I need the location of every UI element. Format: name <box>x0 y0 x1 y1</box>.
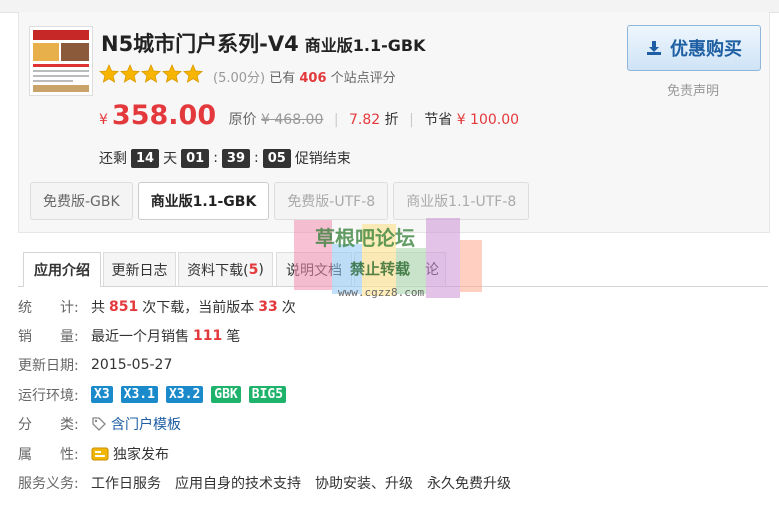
attribute-value: 独家发布 <box>113 446 169 463</box>
countdown-day-unit: 天 <box>163 151 178 167</box>
update-date: 2015-05-27 <box>91 357 173 374</box>
product-title: N5城市门户系列-V4 商业版1.1-GBK <box>101 28 426 58</box>
env-tag-x3-2: X3.2 <box>165 386 204 404</box>
divider: | <box>333 112 339 128</box>
info-row-env: 运行环境: X3 X3.1 X3.2 GBK BIG5 <box>18 380 758 409</box>
tab-downloads[interactable]: 资料下载(5) <box>178 252 273 286</box>
rating-count: 406 <box>299 71 327 86</box>
discount-unit: 折 <box>384 112 399 128</box>
service-item: 应用自身的技术支持 <box>175 476 301 493</box>
rating-score: (5.00分) <box>213 71 266 86</box>
env-tag-x3-1: X3.1 <box>120 386 158 404</box>
orig-price-label: 原价 <box>228 112 257 128</box>
env-tag-x3: X3 <box>91 386 113 404</box>
download-icon <box>647 41 661 55</box>
promo-countdown: 还剩 14 天 01 : 39 : 05 促销结束 <box>99 148 351 168</box>
product-thumbnail[interactable] <box>29 26 93 96</box>
save-label: 节省 <box>424 112 453 128</box>
countdown-days: 14 <box>131 148 160 168</box>
tab-downloads-label: 资料下载( <box>187 262 249 279</box>
tab-downloads-close: ) <box>258 261 264 278</box>
info-key: 更新日期: <box>18 358 79 375</box>
star-icon <box>141 64 161 83</box>
info-key: 分 类: <box>18 417 79 434</box>
info-key: 属 性: <box>18 446 79 463</box>
rating-summary: (5.00分) 已有 406 个站点评分 <box>213 67 396 86</box>
countdown-prefix: 还剩 <box>99 151 127 167</box>
countdown-hours: 01 <box>181 148 210 168</box>
buy-button[interactable]: 优惠购买 <box>627 25 761 71</box>
info-key: 销 量: <box>18 329 79 346</box>
countdown-colon: : <box>213 150 218 166</box>
edition-commercial-gbk[interactable]: 商业版1.1-GBK <box>137 182 270 220</box>
buy-button-label: 优惠购买 <box>670 39 742 60</box>
info-text: 最近一个月销售 <box>91 329 189 346</box>
star-icon <box>162 64 182 83</box>
watermark-url: www.cgzz8.com <box>338 286 425 299</box>
watermark-title: 草根吧论坛 <box>315 226 415 250</box>
rating-stars <box>99 64 203 84</box>
info-key: 统 计: <box>18 299 79 316</box>
category-link[interactable]: 含门户模板 <box>111 414 181 434</box>
product-edition: 商业版1.1-GBK <box>304 36 426 55</box>
env-tag-big5: BIG5 <box>248 386 287 404</box>
info-key: 服务义务: <box>18 476 79 493</box>
env-tag-gbk: GBK <box>211 386 241 404</box>
price-current: 358.00 <box>111 100 217 131</box>
price-row: ¥358.00 原价 ¥ 468.00 | 7.82 折 | 节省 ¥ 100.… <box>99 100 519 131</box>
info-row-updated: 更新日期: 2015-05-27 <box>18 351 758 380</box>
edition-free-gbk[interactable]: 免费版-GBK <box>30 182 133 220</box>
rating-prefix: 已有 <box>269 71 296 86</box>
countdown-minutes: 39 <box>221 148 250 168</box>
info-text: 次下载，当前版本 <box>142 299 255 316</box>
info-key: 运行环境: <box>18 387 79 404</box>
disclaimer-link[interactable]: 免责声明 <box>627 80 759 99</box>
download-count: 851 <box>109 298 139 315</box>
star-icon <box>183 64 203 83</box>
countdown-colon: : <box>254 150 259 166</box>
tag-icon <box>92 417 106 432</box>
info-table: 统 计: 共 851 次下载，当前版本 33 次 销 量: 最近一个月销售 11… <box>18 292 758 498</box>
tab-intro[interactable]: 应用介绍 <box>23 252 101 287</box>
countdown-seconds: 05 <box>262 148 291 168</box>
rating-suffix: 个站点评分 <box>330 71 396 86</box>
tab-changelog[interactable]: 更新日志 <box>103 252 176 286</box>
countdown-suffix: 促销结束 <box>294 151 351 167</box>
tab-downloads-count: 5 <box>248 261 259 278</box>
service-item: 协助安装、升级 <box>315 476 413 493</box>
divider: | <box>409 112 414 128</box>
orig-price-value: ¥ 468.00 <box>261 112 324 128</box>
service-item: 永久免费升级 <box>427 476 511 493</box>
info-row-category: 分 类: 含门户模板 <box>18 410 758 439</box>
info-text: 笔 <box>226 329 241 346</box>
star-icon <box>120 64 140 83</box>
info-text: 共 <box>91 299 105 316</box>
info-row-service: 服务义务: 工作日服务 应用自身的技术支持 协助安装、升级 永久免费升级 <box>18 468 758 497</box>
save-value: ¥ 100.00 <box>456 112 520 128</box>
watermark-subtitle: 禁止转载 <box>350 260 411 278</box>
exclusive-badge-icon <box>91 447 109 461</box>
version-download-count: 33 <box>258 298 278 315</box>
info-row-sales: 销 量: 最近一个月销售 111 笔 <box>18 321 758 350</box>
product-name: N5城市门户系列-V4 <box>101 32 299 56</box>
price-currency: ¥ <box>99 112 108 128</box>
service-item: 工作日服务 <box>91 476 161 493</box>
star-icon <box>99 64 119 83</box>
discount-value: 7.82 <box>349 112 381 128</box>
info-row-attribute: 属 性: 独家发布 <box>18 439 758 468</box>
sales-count: 111 <box>193 328 223 345</box>
